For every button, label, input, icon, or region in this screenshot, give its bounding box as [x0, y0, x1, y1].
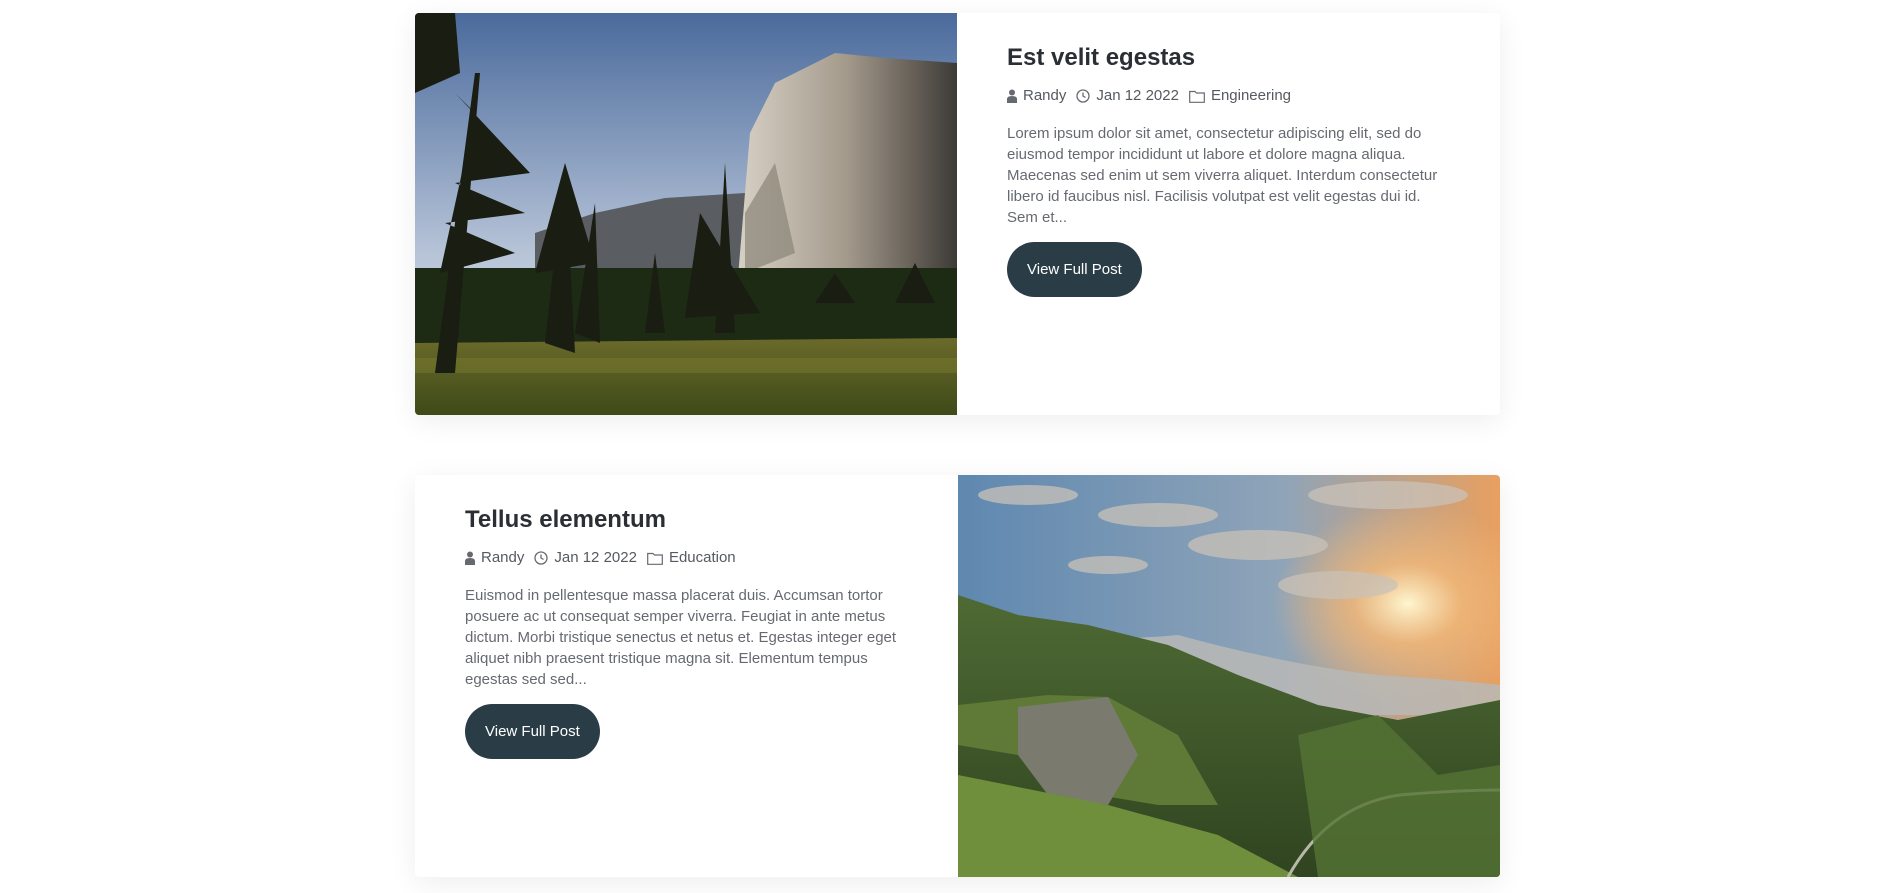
folder-icon	[1189, 90, 1205, 103]
category-meta: Engineering	[1189, 86, 1291, 106]
post-author[interactable]: Randy	[481, 548, 524, 568]
post-card: Est velit egestas Randy Jan 12 2022 Engi…	[415, 13, 1500, 415]
post-body: Est velit egestas Randy Jan 12 2022 Engi…	[1007, 13, 1467, 297]
clock-icon	[534, 551, 549, 565]
valley-photo	[958, 475, 1500, 877]
post-title[interactable]: Est velit egestas	[1007, 43, 1467, 73]
user-icon	[1007, 89, 1017, 103]
author-meta: Randy	[465, 548, 524, 568]
author-meta: Randy	[1007, 86, 1066, 106]
mountain-photo	[415, 13, 957, 415]
post-date: Jan 12 2022	[554, 549, 637, 566]
post-excerpt: Lorem ipsum dolor sit amet, consectetur …	[1007, 125, 1438, 226]
post-card: Tellus elementum Randy Jan 12 2022 Educa…	[415, 475, 1500, 877]
post-title[interactable]: Tellus elementum	[465, 505, 925, 535]
post-meta: Randy Jan 12 2022 Education	[465, 548, 925, 568]
post-date: Jan 12 2022	[1096, 87, 1179, 104]
post-category[interactable]: Engineering	[1211, 86, 1291, 106]
post-category[interactable]: Education	[669, 548, 736, 568]
view-full-post-button[interactable]: View Full Post	[1007, 242, 1142, 297]
date-meta: Jan 12 2022	[1076, 86, 1179, 106]
post-image-mountain[interactable]	[415, 13, 957, 415]
view-full-post-button[interactable]: View Full Post	[465, 704, 600, 759]
user-icon	[465, 551, 475, 565]
post-body: Tellus elementum Randy Jan 12 2022 Educa…	[465, 475, 925, 759]
post-author[interactable]: Randy	[1023, 86, 1066, 106]
post-excerpt: Euismod in pellentesque massa placerat d…	[465, 587, 897, 688]
category-meta: Education	[647, 548, 736, 568]
post-image-valley[interactable]	[958, 475, 1500, 877]
folder-icon	[647, 552, 663, 565]
date-meta: Jan 12 2022	[534, 548, 637, 568]
clock-icon	[1076, 89, 1091, 103]
post-meta: Randy Jan 12 2022 Engineering	[1007, 86, 1467, 106]
